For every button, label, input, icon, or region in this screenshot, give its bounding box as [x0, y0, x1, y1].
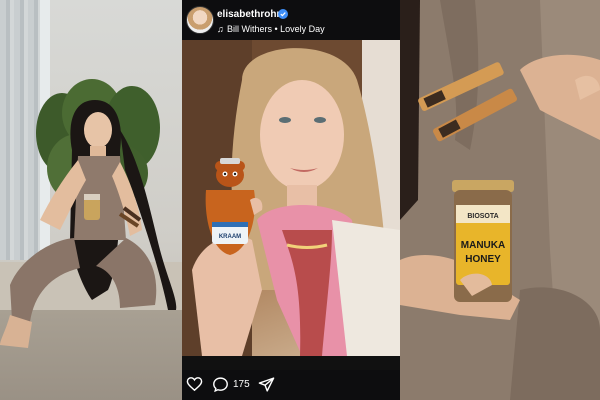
profile-avatar[interactable] — [186, 6, 214, 34]
left-photo-panel — [0, 0, 182, 400]
instagram-post: elisabethrohm ♫ Bill Withers • Lovely Da… — [182, 0, 400, 400]
action-bar: 175 — [182, 370, 400, 400]
verified-badge-icon — [278, 9, 288, 19]
jar-label-line2: HONEY — [465, 254, 501, 265]
right-photo-panel: BIOSOTA MANUKA HONEY — [400, 0, 600, 400]
comment-count: 175 — [233, 379, 250, 390]
jar-label-line1: MANUKA — [461, 240, 505, 251]
username[interactable]: elisabethrohm — [217, 9, 285, 20]
honey-jar-small — [84, 198, 100, 220]
selfie-image: KRAAM — [182, 40, 400, 356]
music-note-icon: ♫ — [217, 24, 224, 34]
post-header: elisabethrohm ♫ Bill Withers • Lovely Da… — [182, 0, 400, 40]
carousel-indicator — [278, 363, 308, 376]
audio-track[interactable]: Bill Withers • Lovely Day — [227, 24, 325, 34]
share-icon[interactable] — [258, 376, 275, 393]
jar-brand: BIOSOTA — [467, 213, 498, 220]
product-closeup: BIOSOTA MANUKA HONEY — [400, 0, 600, 400]
woman-seated — [0, 100, 177, 348]
bear-jar-label: KRAAM — [219, 234, 241, 240]
heart-icon[interactable] — [186, 376, 203, 393]
post-photo[interactable]: KRAAM — [182, 40, 400, 356]
comment-icon[interactable] — [212, 376, 229, 393]
